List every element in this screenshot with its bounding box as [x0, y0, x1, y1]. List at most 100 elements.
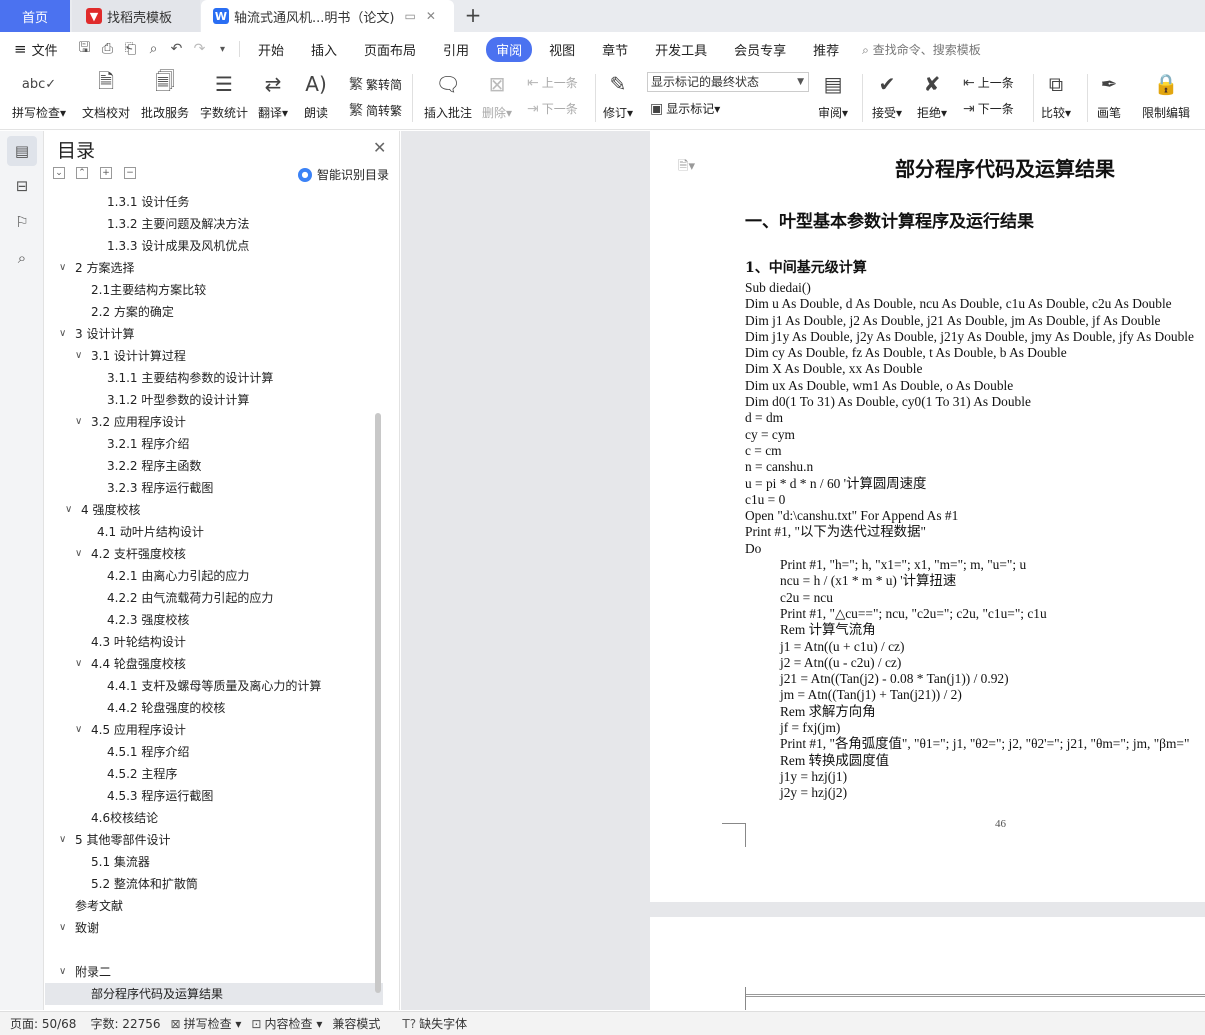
- toc-item[interactable]: 4.1 动叶片结构设计: [45, 521, 383, 543]
- print-icon[interactable]: ⎗: [122, 41, 139, 57]
- prev-comment-button[interactable]: ⇤ 上一条: [527, 74, 578, 91]
- add-heading-icon[interactable]: +: [100, 167, 112, 179]
- undo-icon[interactable]: ↶: [168, 41, 185, 57]
- toc-item[interactable]: 参考文献: [45, 895, 383, 917]
- toc-item[interactable]: 5.1 集流器: [45, 851, 383, 873]
- toc-item[interactable]: 4.2.3 强度校核: [45, 609, 383, 631]
- menu-tab[interactable]: 视图: [539, 37, 585, 62]
- toc-item[interactable]: 4.5.2 主程序: [45, 763, 383, 785]
- chevron-down-icon[interactable]: ∨: [75, 719, 82, 741]
- tab-home[interactable]: 首页: [0, 0, 70, 32]
- menu-tab[interactable]: 开发工具: [645, 37, 717, 62]
- chevron-down-icon[interactable]: ∨: [59, 961, 66, 983]
- menu-tab[interactable]: 引用: [433, 37, 479, 62]
- toc-item[interactable]: ∨ 致谢: [45, 917, 383, 939]
- toc-item[interactable]: ∨ 3 设计计算: [45, 323, 383, 345]
- command-search[interactable]: ⌕ 查找命令、搜索模板: [862, 41, 981, 58]
- toc-item[interactable]: 3.2.2 程序主函数: [45, 455, 383, 477]
- print-preview-icon[interactable]: ⌕: [145, 41, 162, 57]
- remove-heading-icon[interactable]: −: [124, 167, 136, 179]
- chevron-down-icon[interactable]: ∨: [59, 829, 66, 851]
- toc-item[interactable]: 4.2.1 由离心力引起的应力: [45, 565, 383, 587]
- chevron-down-icon[interactable]: ∨: [59, 917, 66, 939]
- spell-check-button[interactable]: abc✓ 拼写检查▾: [12, 66, 66, 121]
- toc-item[interactable]: ∨ 3.1 设计计算过程: [45, 345, 383, 367]
- tab-close-icon[interactable]: ✕: [426, 9, 436, 23]
- menu-tab[interactable]: 会员专享: [724, 37, 796, 62]
- restrict-edit-button[interactable]: 🔒 限制编辑: [1142, 66, 1190, 121]
- page-indicator[interactable]: 页面: 50/68: [10, 1015, 76, 1032]
- accept-button[interactable]: ✔ 接受▾: [872, 66, 902, 121]
- file-menu[interactable]: ≡ 文件: [0, 40, 70, 59]
- close-icon[interactable]: ✕: [373, 138, 386, 157]
- track-changes-button[interactable]: ✎ 修订▾: [603, 66, 633, 121]
- chevron-down-icon[interactable]: ∨: [75, 345, 82, 367]
- tab-template[interactable]: ▼ 找稻壳模板: [72, 0, 200, 32]
- document-page[interactable]: 🗎▾ 部分程序代码及运算结果 一、叶型基本参数计算程序及运行结果 1、中间基元级…: [650, 131, 1205, 902]
- toc-item[interactable]: ∨ 3.2 应用程序设计: [45, 411, 383, 433]
- show-markup-button[interactable]: ▣ 显示标记 ▾: [650, 100, 720, 117]
- chevron-down-icon[interactable]: ∨: [65, 499, 72, 521]
- toc-item[interactable]: ∨ 5 其他零部件设计: [45, 829, 383, 851]
- simp-to-trad-button[interactable]: 繁 简转繁: [349, 100, 402, 120]
- batch-service-button[interactable]: 🗐 批改服务: [141, 66, 189, 121]
- tab-pin-icon[interactable]: ▭: [404, 9, 415, 23]
- chevron-down-icon[interactable]: ∨: [59, 323, 66, 345]
- review-pane-button[interactable]: ▤ 审阅▾: [818, 66, 848, 121]
- toc-item[interactable]: 4.5.1 程序介绍: [45, 741, 383, 763]
- toc-item[interactable]: 4.4.1 支杆及螺母等质量及离心力的计算: [45, 675, 383, 697]
- menu-tab[interactable]: 插入: [301, 37, 347, 62]
- search-icon[interactable]: ⌕: [7, 243, 37, 273]
- customize-dropdown-icon[interactable]: ▾: [214, 44, 231, 55]
- toc-item[interactable]: 2.2 方案的确定: [45, 301, 383, 323]
- word-count-indicator[interactable]: 字数: 22756: [90, 1015, 160, 1032]
- toc-item[interactable]: 4.4.2 轮盘强度的校核: [45, 697, 383, 719]
- menu-tab[interactable]: 推荐: [803, 37, 849, 62]
- toc-item[interactable]: 3.1.2 叶型参数的设计计算: [45, 389, 383, 411]
- menu-tab[interactable]: 开始: [248, 37, 294, 62]
- toc-item[interactable]: ∨ 4.2 支杆强度校核: [45, 543, 383, 565]
- toc-scrollbar[interactable]: [375, 413, 381, 993]
- toc-item[interactable]: 部分程序代码及运算结果: [45, 983, 383, 1005]
- toc-panel-icon[interactable]: ▤: [7, 136, 37, 166]
- word-count-button[interactable]: ☰ 字数统计: [200, 66, 248, 121]
- next-comment-button[interactable]: ⇥ 下一条: [527, 100, 578, 117]
- next-change-button[interactable]: ⇥ 下一条: [963, 100, 1014, 117]
- collapse-all-icon[interactable]: ⌃: [76, 167, 88, 179]
- redo-icon[interactable]: ↷: [191, 41, 208, 57]
- translate-button[interactable]: ⇄ 翻译▾: [258, 66, 288, 121]
- toc-item[interactable]: 2.1主要结构方案比较: [45, 279, 383, 301]
- toc-item[interactable]: ∨ 4 强度校核: [45, 499, 383, 521]
- toc-item[interactable]: 4.5.3 程序运行截图: [45, 785, 383, 807]
- menu-tab[interactable]: 章节: [592, 37, 638, 62]
- content-check-status[interactable]: ⊡ 内容检查 ▾: [251, 1015, 322, 1032]
- markup-state-select[interactable]: 显示标记的最终状态 ▼: [647, 72, 809, 92]
- toc-item[interactable]: 3.2.3 程序运行截图: [45, 477, 383, 499]
- trad-to-simp-button[interactable]: 繁 繁转简: [349, 74, 402, 94]
- toc-item[interactable]: 1.3.1 设计任务: [45, 191, 383, 213]
- toc-item[interactable]: 1.3.2 主要问题及解决方法: [45, 213, 383, 235]
- toc-item[interactable]: 4.6校核结论: [45, 807, 383, 829]
- doc-proof-button[interactable]: 🗎 文档校对: [82, 66, 130, 121]
- save-icon[interactable]: 🖫: [76, 37, 93, 61]
- toc-item[interactable]: ∨ 4.5 应用程序设计: [45, 719, 383, 741]
- toc-item[interactable]: ∨ 2 方案选择: [45, 257, 383, 279]
- chevron-down-icon[interactable]: ∨: [59, 257, 66, 279]
- export-pdf-icon[interactable]: ⎙: [99, 41, 116, 57]
- bookmark-icon[interactable]: ⚐: [7, 207, 37, 237]
- chevron-down-icon[interactable]: ∨: [75, 411, 82, 433]
- toc-item[interactable]: 4.2.2 由气流载荷力引起的应力: [45, 587, 383, 609]
- toc-item[interactable]: 3.2.1 程序介绍: [45, 433, 383, 455]
- pen-button[interactable]: ✒ 画笔: [1097, 66, 1121, 121]
- insert-comment-button[interactable]: 🗨 插入批注: [424, 66, 472, 121]
- smart-toc-button[interactable]: ● 智能识别目录: [298, 166, 389, 183]
- toc-item[interactable]: 3.1.1 主要结构参数的设计计算: [45, 367, 383, 389]
- reject-button[interactable]: ✘ 拒绝▾: [917, 66, 947, 121]
- read-aloud-button[interactable]: A) 朗读: [304, 66, 328, 121]
- chapter-panel-icon[interactable]: ⊟: [7, 171, 37, 201]
- compat-mode-status[interactable]: 兼容模式: [332, 1015, 380, 1032]
- delete-comment-button[interactable]: ⊠ 删除▾: [482, 66, 512, 121]
- toc-item[interactable]: ∨ 4.4 轮盘强度校核: [45, 653, 383, 675]
- spell-check-status[interactable]: ⊠ 拼写检查 ▾: [171, 1015, 242, 1032]
- compare-button[interactable]: ⧉ 比较▾: [1041, 66, 1071, 121]
